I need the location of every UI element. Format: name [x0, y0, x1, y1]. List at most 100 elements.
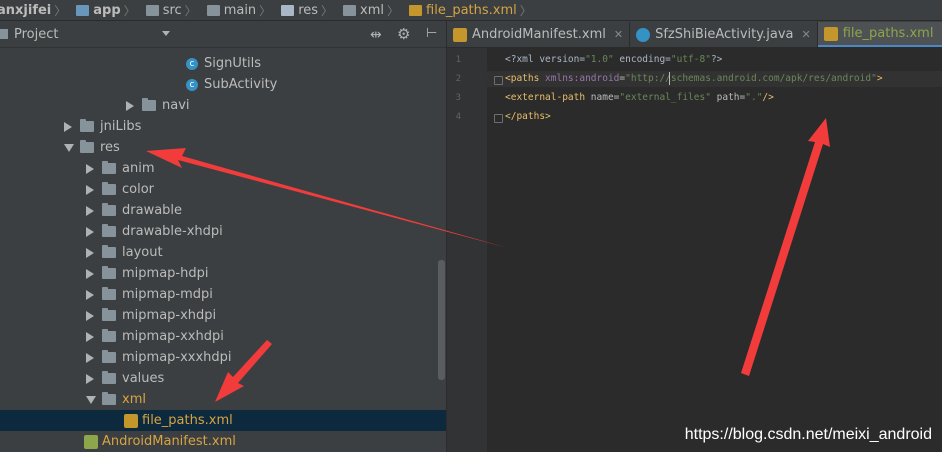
- code-token: name=: [590, 92, 620, 103]
- folder-icon: [206, 4, 220, 16]
- chevron-right-icon[interactable]: [86, 205, 94, 216]
- tree-item[interactable]: mipmap-xxxhdpi: [0, 347, 446, 368]
- chevron-right-icon[interactable]: [86, 331, 94, 342]
- folder-icon: [80, 119, 94, 132]
- chevron-right-icon[interactable]: [86, 310, 94, 321]
- xml-file-icon: [409, 4, 423, 16]
- tab-label: SfzShiBieActivity.java: [655, 27, 794, 42]
- folder-icon: [102, 371, 116, 384]
- folder-icon: [102, 266, 116, 279]
- tree-item[interactable]: res: [0, 137, 446, 158]
- chevron-right-icon[interactable]: [86, 163, 94, 174]
- tree-item[interactable]: mipmap-xxhdpi: [0, 326, 446, 347]
- code-line[interactable]: </paths>: [505, 111, 551, 122]
- editor-tab[interactable]: AndroidManifest.xml ✕: [447, 22, 631, 47]
- tree-item[interactable]: color: [0, 179, 446, 200]
- tree-item[interactable]: jniLibs: [0, 116, 446, 137]
- chevron-right-icon[interactable]: [64, 121, 72, 132]
- chevron-right-icon: 〉: [259, 3, 272, 18]
- chevron-right-icon[interactable]: [86, 352, 94, 363]
- tree-item[interactable]: c SubActivity: [0, 74, 446, 95]
- chevron-right-icon: 〉: [123, 3, 136, 18]
- chevron-right-icon[interactable]: [86, 226, 94, 237]
- breadcrumb-item[interactable]: anxjifei 〉: [0, 2, 66, 19]
- code-token: path=: [710, 92, 746, 103]
- tree-item-label: res: [100, 140, 120, 155]
- breadcrumb-item[interactable]: main 〉: [201, 2, 272, 19]
- breadcrumb-item[interactable]: src 〉: [140, 2, 197, 19]
- code-token: ?>: [710, 54, 723, 65]
- breadcrumb-label: xml: [360, 2, 385, 18]
- editor-tab[interactable]: file_paths.xml✕: [817, 22, 942, 47]
- fold-marker-icon[interactable]: [494, 114, 503, 123]
- gear-icon[interactable]: ⚙: [397, 25, 410, 43]
- tree-item-label: SignUtils: [204, 56, 261, 71]
- chevron-down-icon[interactable]: [162, 31, 170, 36]
- code-editor[interactable]: [487, 48, 942, 452]
- chevron-right-icon[interactable]: [86, 247, 94, 258]
- chevron-right-icon[interactable]: [86, 268, 94, 279]
- close-icon[interactable]: ✕: [614, 28, 623, 41]
- tab-label: AndroidManifest.xml: [472, 27, 606, 42]
- tree-item[interactable]: drawable-xhdpi: [0, 221, 446, 242]
- tree-item[interactable]: anim: [0, 158, 446, 179]
- chevron-right-icon[interactable]: [86, 373, 94, 384]
- code-token: "1.0": [585, 54, 614, 65]
- text-caret: [669, 72, 670, 85]
- code-token: "http://schemas.android.com/apk/res/andr…: [625, 73, 877, 84]
- close-icon[interactable]: ✕: [801, 28, 810, 41]
- collapse-icon[interactable]: ⊢: [426, 26, 437, 41]
- package-icon: [142, 98, 156, 111]
- code-token: "utf-8": [670, 54, 711, 65]
- breadcrumb-item[interactable]: res 〉: [275, 2, 333, 19]
- chevron-right-icon: 〉: [321, 3, 334, 18]
- tree-item[interactable]: layout: [0, 242, 446, 263]
- tree-item[interactable]: drawable: [0, 200, 446, 221]
- line-number: 2: [455, 74, 461, 84]
- tree-item-label: jniLibs: [100, 119, 142, 134]
- chevron-down-icon[interactable]: [86, 395, 96, 404]
- editor-tab[interactable]: SfzShiBieActivity.java ✕: [630, 22, 818, 47]
- breadcrumb-label: app: [93, 2, 121, 18]
- folder-icon: [145, 4, 159, 16]
- line-number: 3: [455, 93, 461, 103]
- code-token: <external-path: [505, 92, 591, 103]
- folder-icon: [80, 140, 94, 153]
- chevron-right-icon[interactable]: [86, 289, 94, 300]
- tree-item[interactable]: values: [0, 368, 446, 389]
- code-line[interactable]: <paths xmlns:android="http://schemas.and…: [505, 73, 883, 84]
- tree-item[interactable]: xml: [0, 389, 446, 410]
- class-icon: [636, 27, 651, 42]
- chevron-down-icon[interactable]: [64, 143, 74, 152]
- folder-icon: [343, 4, 357, 16]
- tree-scrollbar[interactable]: [438, 260, 445, 380]
- chevron-right-icon[interactable]: [126, 100, 134, 111]
- chevron-right-icon[interactable]: [86, 184, 94, 195]
- code-line[interactable]: <?xml version="1.0" encoding="utf-8"?>: [505, 54, 722, 65]
- breadcrumb-item[interactable]: file_paths.xml 〉: [403, 2, 532, 19]
- breadcrumb-item[interactable]: app 〉: [70, 2, 136, 19]
- code-token: <paths: [505, 73, 546, 84]
- line-number: 1: [455, 55, 461, 65]
- project-view-selector[interactable]: Project: [14, 27, 58, 42]
- tree-item-label: SubActivity: [204, 77, 278, 92]
- tree-item[interactable]: mipmap-xhdpi: [0, 305, 446, 326]
- sync-icon[interactable]: ⇹: [370, 27, 382, 43]
- manifest-file-icon: [84, 434, 98, 449]
- breadcrumb-item[interactable]: xml 〉: [337, 2, 399, 19]
- tree-item[interactable]: navi: [0, 95, 446, 116]
- tree-item[interactable]: mipmap-hdpi: [0, 263, 446, 284]
- fold-marker-icon[interactable]: [494, 76, 503, 85]
- folder-icon: [102, 224, 116, 237]
- tab-label: file_paths.xml: [842, 26, 934, 41]
- tree-item[interactable]: AndroidManifest.xml: [0, 431, 446, 452]
- tree-item[interactable]: file_paths.xml: [0, 410, 446, 431]
- tree-item-label: mipmap-mdpi: [122, 287, 213, 302]
- tree-item-label: navi: [162, 98, 190, 113]
- tree-item[interactable]: c SignUtils: [0, 53, 446, 74]
- manifest-icon: [453, 27, 467, 42]
- tree-item-label: mipmap-xxxhdpi: [122, 350, 232, 365]
- folder-icon: [102, 182, 116, 195]
- code-line[interactable]: <external-path name="external_files" pat…: [505, 92, 774, 103]
- tree-item[interactable]: mipmap-mdpi: [0, 284, 446, 305]
